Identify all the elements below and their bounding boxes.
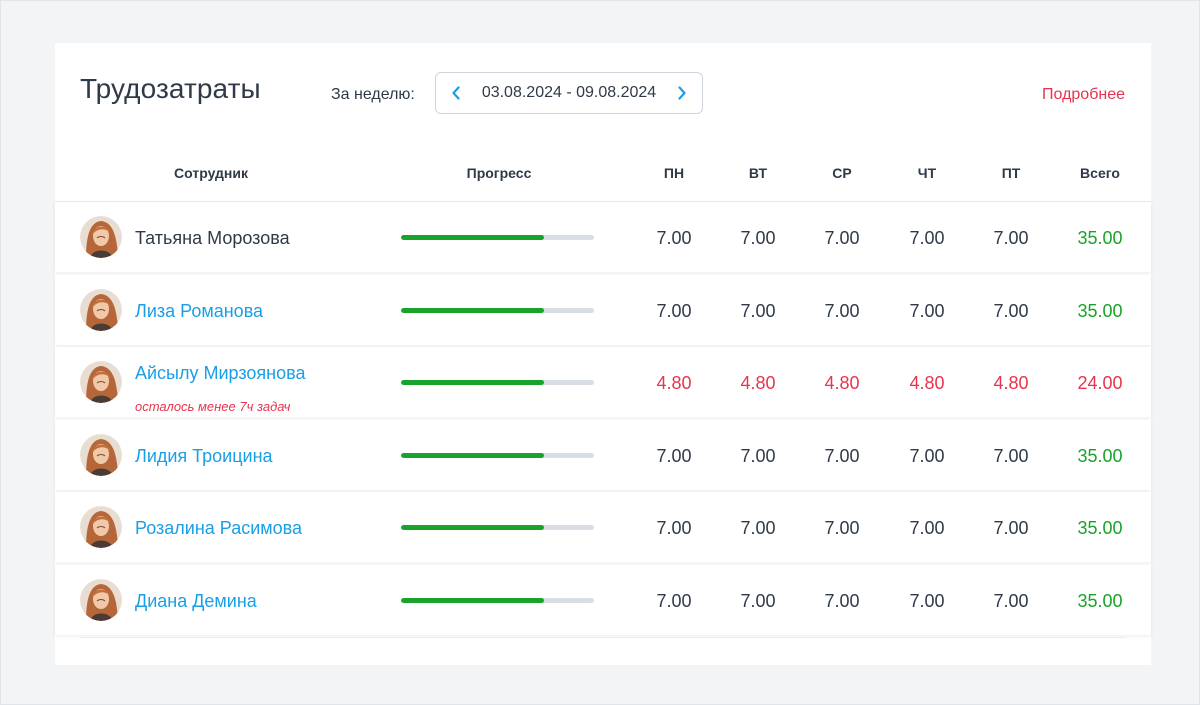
column-header-wed: СР xyxy=(832,165,852,181)
page-title: Трудозатраты xyxy=(80,73,261,104)
progress-bar xyxy=(401,307,594,313)
hours-fri: 7.00 xyxy=(993,445,1029,466)
column-header-fri: ПТ xyxy=(1001,165,1021,181)
hours-mon: 7.00 xyxy=(656,518,692,538)
chevron-left-icon[interactable] xyxy=(446,83,466,103)
hours-thu: 7.00 xyxy=(909,228,945,248)
hours-total: 35.00 xyxy=(1077,300,1123,321)
table-divider xyxy=(80,637,1126,638)
employee-name[interactable]: Татьяна Морозова xyxy=(135,228,290,249)
hours-wed: 7.00 xyxy=(824,518,860,538)
date-range: 03.08.2024 - 09.08.2024 xyxy=(481,84,657,101)
hours-fri: 7.00 xyxy=(993,228,1029,248)
progress-bar-fill xyxy=(401,307,544,313)
hours-mon: 7.00 xyxy=(656,228,692,248)
hours-total: 35.00 xyxy=(1077,228,1123,248)
hours-total: 35.00 xyxy=(1077,445,1123,466)
avatar[interactable] xyxy=(80,361,122,403)
avatar[interactable] xyxy=(80,288,122,331)
employee-name[interactable]: Лиза Романова xyxy=(135,301,263,322)
hours-wed: 4.80 xyxy=(824,373,860,393)
progress-bar xyxy=(401,452,594,458)
employee-name[interactable]: Розалина Расимова xyxy=(135,518,302,539)
table-row: Розалина Расимова 7.00 7.00 7.00 7.00 7.… xyxy=(55,492,1151,562)
table-row: Айсылу Мирзоянова осталось менее 7ч зада… xyxy=(55,347,1151,417)
hours-fri: 7.00 xyxy=(993,590,1029,611)
labor-costs-card: Трудозатраты За неделю: 03.08.2024 - 09.… xyxy=(55,43,1151,665)
employee-name[interactable]: Айсылу Мирзоянова xyxy=(135,363,306,384)
hours-fri: 7.00 xyxy=(993,300,1029,321)
hours-fri: 4.80 xyxy=(993,373,1029,393)
hours-wed: 7.00 xyxy=(824,300,860,321)
column-header-tue: ВТ xyxy=(748,165,768,181)
column-header-total: Всего xyxy=(1080,165,1120,181)
progress-bar-fill xyxy=(401,525,544,530)
progress-bar xyxy=(401,235,594,240)
hours-mon: 7.00 xyxy=(656,590,692,611)
progress-bar-fill xyxy=(401,452,544,458)
hours-total: 24.00 xyxy=(1077,373,1123,393)
employee-table-body: Татьяна Морозова 7.00 7.00 7.00 7.00 7.0… xyxy=(55,202,1151,637)
hours-thu: 7.00 xyxy=(909,518,945,538)
hours-tue: 7.00 xyxy=(740,518,776,538)
table-row: Татьяна Морозова 7.00 7.00 7.00 7.00 7.0… xyxy=(55,202,1151,272)
avatar[interactable] xyxy=(80,216,122,258)
hours-thu: 7.00 xyxy=(909,445,945,466)
hours-mon: 7.00 xyxy=(656,300,692,321)
avatar[interactable] xyxy=(80,578,122,621)
hours-thu: 4.80 xyxy=(909,373,945,393)
hours-wed: 7.00 xyxy=(824,228,860,248)
hours-tue: 7.00 xyxy=(740,590,776,611)
column-header-mon: ПН xyxy=(663,165,685,181)
avatar[interactable] xyxy=(80,506,122,548)
hours-mon: 7.00 xyxy=(656,445,692,466)
hours-tue: 4.80 xyxy=(740,373,776,393)
column-header-progress: Прогресс xyxy=(466,165,532,181)
table-row: Диана Демина 7.00 7.00 7.00 7.00 7.00 35… xyxy=(55,564,1151,635)
hours-total: 35.00 xyxy=(1077,590,1123,611)
progress-bar-fill xyxy=(401,597,544,603)
progress-bar xyxy=(401,597,594,603)
chevron-right-icon[interactable] xyxy=(672,83,692,103)
hours-wed: 7.00 xyxy=(824,590,860,611)
hours-thu: 7.00 xyxy=(909,300,945,321)
hours-total: 35.00 xyxy=(1077,518,1123,538)
table-row: Лидия Троицина 7.00 7.00 7.00 7.00 7.00 … xyxy=(55,419,1151,490)
more-details-link[interactable]: Подробнее xyxy=(1042,86,1125,104)
progress-bar xyxy=(401,380,594,385)
table-row: Лиза Романова 7.00 7.00 7.00 7.00 7.00 3… xyxy=(55,274,1151,345)
table-header: Сотрудник Прогресс ПН ВТ СР ЧТ ПТ Всего xyxy=(55,153,1151,202)
avatar[interactable] xyxy=(80,433,122,476)
progress-bar xyxy=(401,525,594,530)
column-header-thu: ЧТ xyxy=(917,165,937,181)
hours-tue: 7.00 xyxy=(740,300,776,321)
hours-mon: 4.80 xyxy=(656,373,692,393)
progress-bar-fill xyxy=(401,380,544,385)
employee-name[interactable]: Лидия Троицина xyxy=(135,446,273,467)
hours-thu: 7.00 xyxy=(909,590,945,611)
week-date-picker[interactable]: 03.08.2024 - 09.08.2024 xyxy=(435,72,703,114)
employee-name[interactable]: Диана Демина xyxy=(135,591,257,612)
hours-tue: 7.00 xyxy=(740,228,776,248)
employee-warning-note: осталось менее 7ч задач xyxy=(135,399,291,414)
hours-fri: 7.00 xyxy=(993,518,1029,538)
week-label: За неделю: xyxy=(331,86,415,103)
column-header-employee: Сотрудник xyxy=(174,165,248,181)
hours-wed: 7.00 xyxy=(824,445,860,466)
hours-tue: 7.00 xyxy=(740,445,776,466)
progress-bar-fill xyxy=(401,235,544,240)
